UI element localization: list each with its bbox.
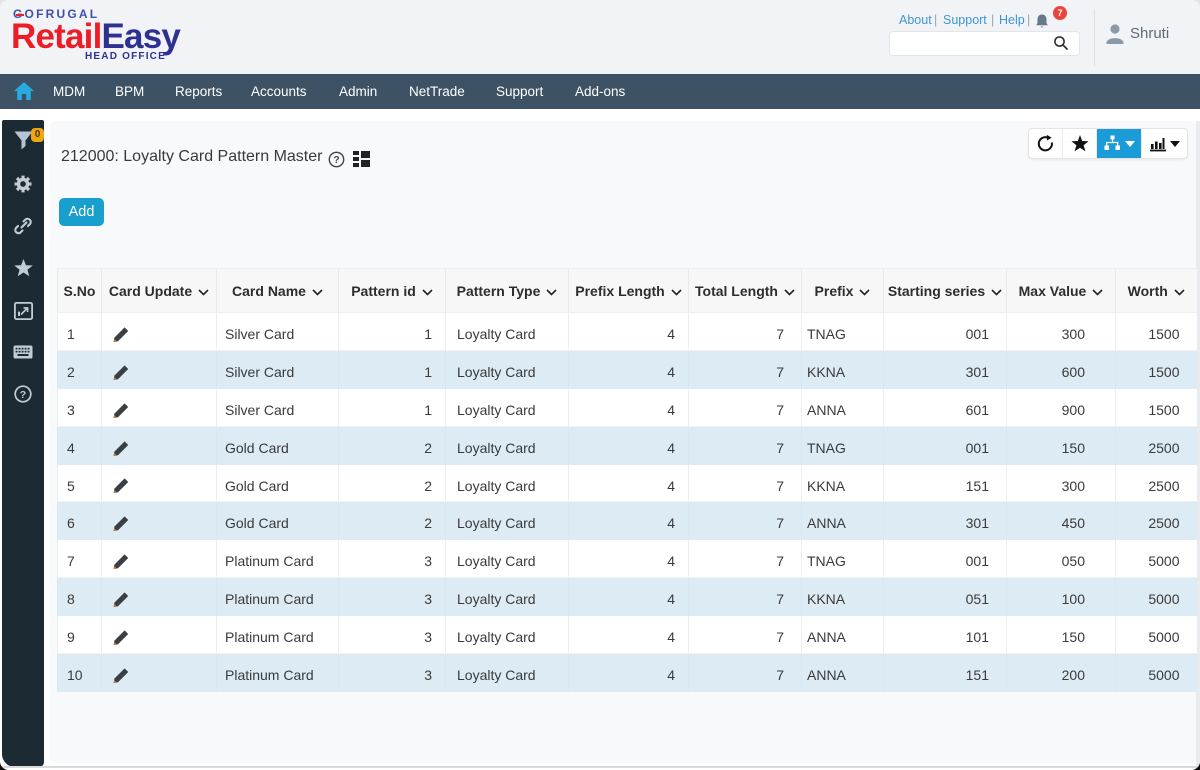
svg-text:?: ? [20,389,26,401]
svg-text:?: ? [333,155,339,166]
